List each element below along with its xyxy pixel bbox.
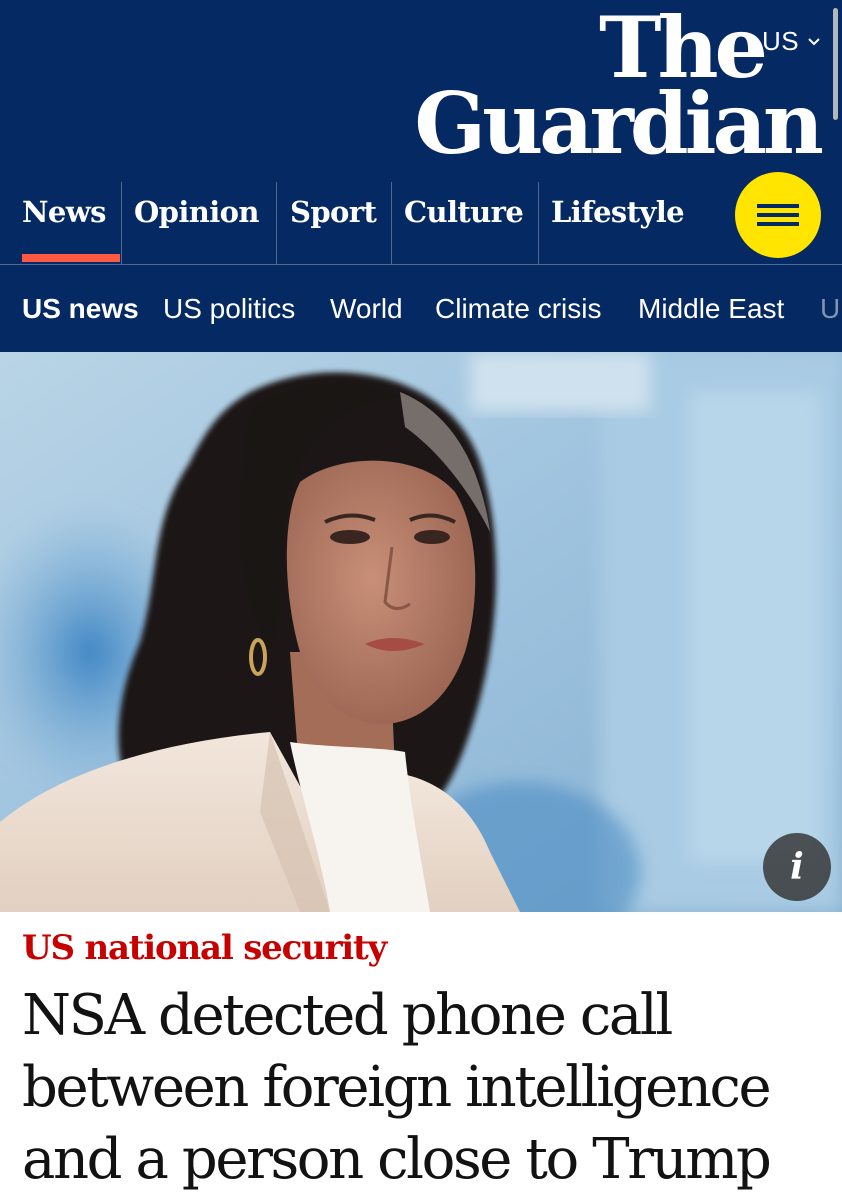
pillar-news[interactable]: News xyxy=(22,182,106,264)
article-headline[interactable]: NSA detected phone call between foreign … xyxy=(22,980,832,1196)
hero-image[interactable] xyxy=(0,352,842,912)
masthead: US The Guardian News Opinion Sport Cultu… xyxy=(0,0,842,352)
scrollbar[interactable] xyxy=(833,8,838,120)
pillar-lifestyle[interactable]: Lifestyle xyxy=(551,182,685,264)
subnav-us-politics[interactable]: US politics xyxy=(163,293,295,325)
pillar-divider xyxy=(276,182,277,264)
article-kicker[interactable]: US national security xyxy=(22,928,387,968)
hamburger-icon-line xyxy=(757,222,799,226)
subnav-world[interactable]: World xyxy=(330,293,403,325)
menu-button[interactable] xyxy=(735,172,821,258)
subnav-climate-crisis[interactable]: Climate crisis xyxy=(435,293,601,325)
pillar-nav: News Opinion Sport Culture Lifestyle xyxy=(0,182,720,264)
subnav-truncated-item[interactable]: U xyxy=(820,293,840,325)
section-subnav: US news US politics World Climate crisis… xyxy=(0,265,842,352)
info-icon: i xyxy=(790,846,804,888)
hamburger-icon-line xyxy=(757,213,799,217)
logo-line-2: Guardian xyxy=(414,74,824,173)
active-pillar-indicator xyxy=(22,254,120,262)
pillar-divider xyxy=(121,182,122,264)
subnav-us-news[interactable]: US news xyxy=(22,293,139,325)
pillar-divider xyxy=(538,182,539,264)
pillar-sport[interactable]: Sport xyxy=(290,182,377,264)
pillar-culture[interactable]: Culture xyxy=(404,182,524,264)
subnav-middle-east[interactable]: Middle East xyxy=(638,293,784,325)
image-info-button[interactable]: i xyxy=(763,833,831,901)
guardian-logo[interactable]: The Guardian xyxy=(414,6,824,173)
hamburger-icon xyxy=(757,204,799,208)
pillar-opinion[interactable]: Opinion xyxy=(134,182,259,264)
hero-photo xyxy=(0,352,842,912)
pillar-divider xyxy=(391,182,392,264)
